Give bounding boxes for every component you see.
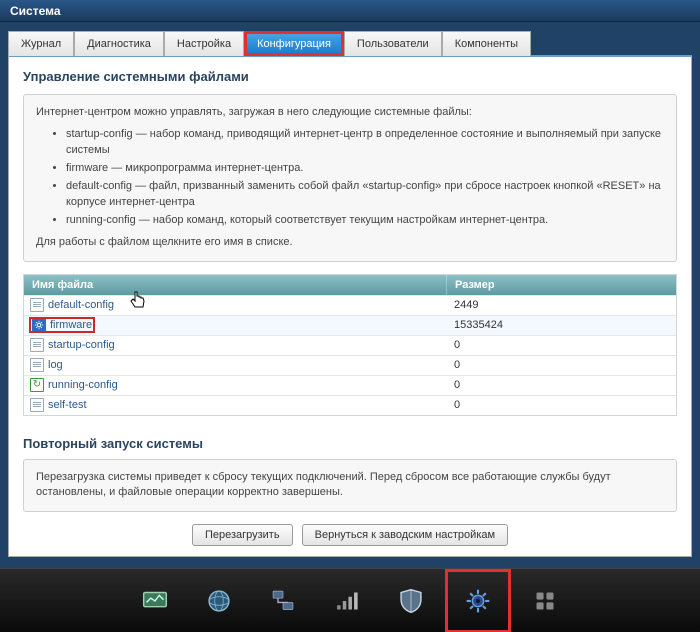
info-bullet: default-config — файл, призванный замени… [66,179,664,211]
file-size: 0 [446,377,676,393]
tab-configuration[interactable]: Конфигурация [244,31,344,56]
table-row[interactable]: log 0 [24,355,676,375]
file-size: 2449 [446,297,676,313]
info-box: Интернет-центром можно управлять, загруж… [23,94,677,262]
files-table: Имя файла Размер default-config 2449 fir… [23,274,677,416]
dock-network[interactable] [258,577,308,625]
col-size: Размер [446,275,676,295]
table-row[interactable]: firmware 15335424 [24,315,676,335]
tab-diagnostics[interactable]: Диагностика [74,31,164,56]
dock-apps[interactable] [520,577,570,625]
file-name: firmware [50,319,92,331]
reboot-button[interactable]: Перезагрузить [192,524,293,546]
dock-monitor[interactable] [130,577,180,625]
file-name: startup-config [48,339,115,351]
file-name: self-test [48,399,87,411]
refresh-icon [30,378,44,392]
reboot-info: Перезагрузка системы приведет к сбросу т… [23,459,677,513]
dock-gear[interactable] [450,574,506,628]
file-size: 15335424 [446,317,676,333]
tabstrip: Журнал Диагностика Настройка Конфигураци… [0,22,700,55]
app-title: Система [0,0,700,22]
gear-icon [32,318,46,332]
file-icon [30,338,44,352]
info-bullet: running-config — набор команд, который с… [66,213,664,229]
info-bullet: startup-config — набор команд, приводящи… [66,127,664,159]
tab-components[interactable]: Компоненты [442,31,531,56]
file-name: running-config [48,379,118,391]
file-name: default-config [48,299,114,311]
table-row[interactable]: startup-config 0 [24,335,676,355]
table-row[interactable]: default-config 2449 [24,295,676,315]
file-icon [30,398,44,412]
info-bullet: firmware — микропрограмма интернет-центр… [66,161,664,177]
bottom-dock [0,568,700,632]
info-intro: Интернет-центром можно управлять, загруж… [36,105,664,121]
table-row[interactable]: self-test 0 [24,395,676,415]
file-size: 0 [446,337,676,353]
section-files-title: Управление системными файлами [23,69,677,84]
table-row[interactable]: running-config 0 [24,375,676,395]
section-reboot-title: Повторный запуск системы [23,436,677,451]
file-icon [30,298,44,312]
main-panel: Управление системными файлами Интернет-ц… [8,55,692,557]
tab-journal[interactable]: Журнал [8,31,74,56]
tab-users[interactable]: Пользователи [344,31,442,56]
dock-globe[interactable] [194,577,244,625]
dock-signal[interactable] [322,577,372,625]
info-hint: Для работы с файлом щелкните его имя в с… [36,235,664,251]
tab-settings[interactable]: Настройка [164,31,244,56]
file-name: log [48,359,63,371]
dock-shield[interactable] [386,577,436,625]
file-size: 0 [446,397,676,413]
col-name: Имя файла [24,275,446,295]
file-icon [30,358,44,372]
factory-reset-button[interactable]: Вернуться к заводским настройкам [302,524,508,546]
file-size: 0 [446,357,676,373]
